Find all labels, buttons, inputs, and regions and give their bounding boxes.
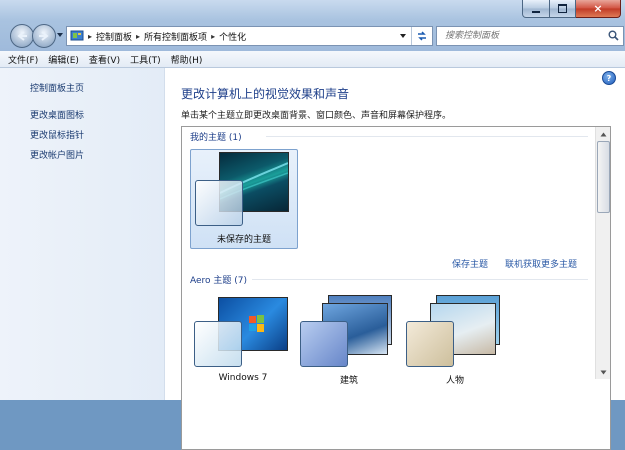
sidebar-item-change-mouse-pointers[interactable]: 更改鼠标指针 <box>30 128 84 141</box>
scroll-up-icon <box>600 132 606 136</box>
theme-label-unsaved: 未保存的主题 <box>216 235 271 245</box>
search-box[interactable] <box>436 26 624 46</box>
breadcrumb-all-items[interactable]: 所有控制面板项 <box>144 30 207 43</box>
scroll-down-button[interactable] <box>596 365 610 379</box>
group-divider <box>266 136 588 137</box>
theme-label-characters: 人物 <box>445 376 464 386</box>
menu-file[interactable]: 文件(F) <box>8 53 38 66</box>
refresh-button[interactable] <box>411 27 432 45</box>
back-arrow-icon <box>17 31 27 41</box>
theme-list-panel: 我的主题 (1) 未保存的主题 保存主题 联机获取更多主题 Aero 主题 (7… <box>181 126 611 450</box>
search-input[interactable] <box>443 30 607 42</box>
theme-label-architecture: 建筑 <box>339 376 358 386</box>
sidebar-item-change-account-picture[interactable]: 更改帐户图片 <box>30 148 84 161</box>
scroll-down-icon <box>600 370 606 374</box>
forward-button[interactable] <box>32 24 56 48</box>
minimize-icon <box>532 10 540 13</box>
page-title: 更改计算机上的视觉效果和声音 <box>181 87 350 101</box>
personalization-window: × ▸ 控制面板 ▸ 所有控制面板项 ▸ 个性化 搜索控制面板 文件(F) 编辑… <box>0 0 625 450</box>
forward-arrow-icon <box>39 31 49 41</box>
theme-item-characters[interactable]: 人物 <box>402 293 508 386</box>
close-icon: × <box>593 2 603 15</box>
vertical-scrollbar[interactable] <box>595 127 610 379</box>
caption-buttons: × <box>522 0 621 18</box>
search-icon[interactable] <box>608 30 619 41</box>
menu-tools[interactable]: 工具(T) <box>130 53 161 66</box>
get-more-themes-link[interactable]: 联机获取更多主题 <box>505 257 577 270</box>
help-icon[interactable]: ? <box>602 71 616 85</box>
breadcrumb-control-panel[interactable]: 控制面板 <box>96 30 132 43</box>
scroll-up-button[interactable] <box>596 127 610 141</box>
recent-pages-dropdown[interactable] <box>56 30 64 40</box>
scroll-thumb[interactable] <box>597 141 610 213</box>
window-color-preview <box>406 321 454 367</box>
sidebar-item-change-desktop-icons[interactable]: 更改桌面图标 <box>30 108 84 121</box>
sidebar-item-control-panel-home[interactable]: 控制面板主页 <box>30 81 84 94</box>
back-button[interactable] <box>10 24 34 48</box>
theme-item-unsaved[interactable]: 未保存的主题 <box>190 149 298 249</box>
address-bar[interactable]: ▸ 控制面板 ▸ 所有控制面板项 ▸ 个性化 <box>66 26 433 46</box>
window-color-preview <box>195 180 243 226</box>
group-divider <box>252 279 588 280</box>
save-theme-link[interactable]: 保存主题 <box>452 257 488 270</box>
theme-item-windows7[interactable]: Windows 7 <box>190 293 296 383</box>
window-color-preview <box>300 321 348 367</box>
chevron-down-icon <box>400 34 406 38</box>
breadcrumb-personalization[interactable]: 个性化 <box>219 30 246 43</box>
navigation-bar: ▸ 控制面板 ▸ 所有控制面板项 ▸ 个性化 <box>8 24 624 48</box>
breadcrumb-separator[interactable]: ▸ <box>211 32 215 41</box>
control-panel-icon <box>70 30 84 41</box>
breadcrumb-separator: ▸ <box>88 31 93 41</box>
menu-view[interactable]: 查看(V) <box>89 53 120 66</box>
close-button[interactable]: × <box>576 0 621 18</box>
group-title-my-themes: 我的主题 (1) <box>190 133 242 143</box>
menu-help[interactable]: 帮助(H) <box>171 53 203 66</box>
theme-item-architecture[interactable]: 建筑 <box>296 293 402 386</box>
window-color-preview <box>194 321 242 367</box>
maximize-icon <box>558 4 567 13</box>
menu-bar: 文件(F) 编辑(E) 查看(V) 工具(T) 帮助(H) <box>0 51 625 68</box>
address-dropdown[interactable] <box>396 27 410 45</box>
minimize-button[interactable] <box>522 0 550 18</box>
content-area: 控制面板主页 更改桌面图标 更改鼠标指针 更改帐户图片 ? 更改计算机上的视觉效… <box>0 68 625 450</box>
group-title-aero-themes: Aero 主题 (7) <box>190 276 248 286</box>
refresh-icon <box>418 31 426 41</box>
sidebar: 控制面板主页 更改桌面图标 更改鼠标指针 更改帐户图片 <box>0 68 165 400</box>
breadcrumb-separator[interactable]: ▸ <box>136 32 140 41</box>
maximize-button[interactable] <box>550 0 576 18</box>
theme-label-windows7: Windows 7 <box>218 373 268 383</box>
page-subtitle: 单击某个主题立即更改桌面背景、窗口颜色、声音和屏幕保护程序。 <box>181 111 452 121</box>
menu-edit[interactable]: 编辑(E) <box>48 53 79 66</box>
